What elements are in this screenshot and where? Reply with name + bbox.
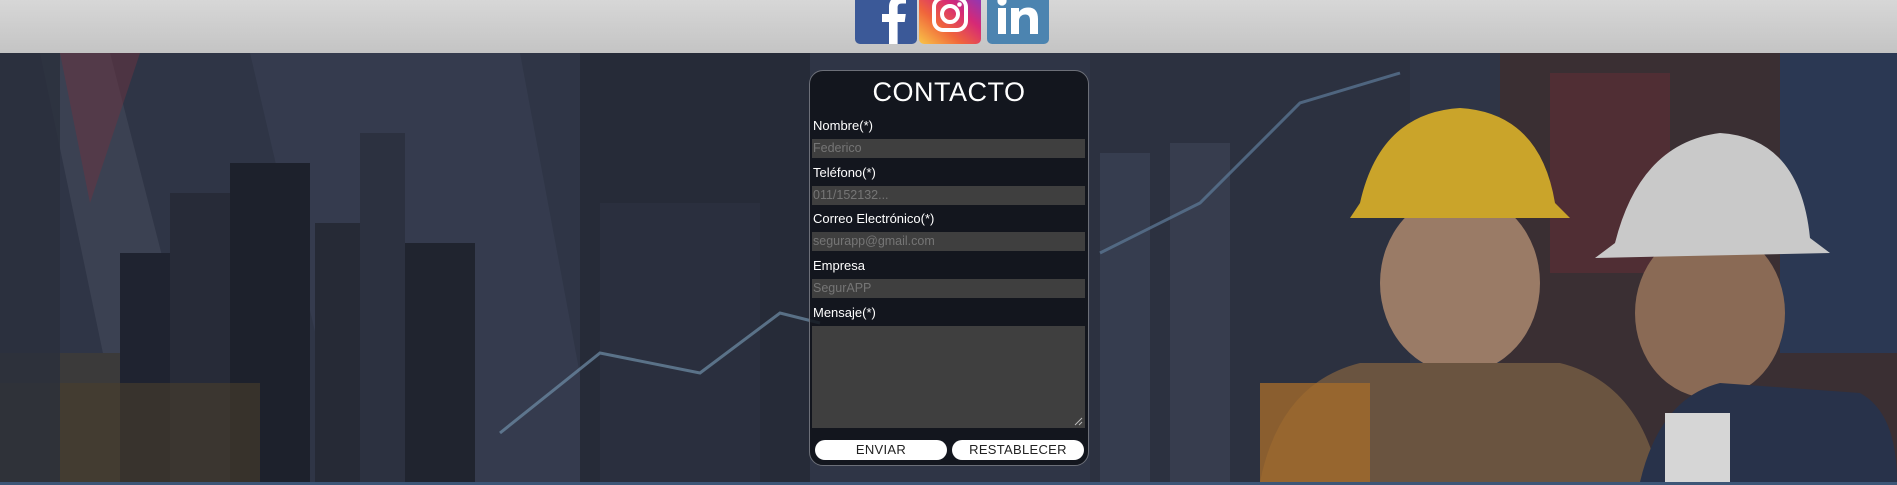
phone-label: Teléfono(*) bbox=[813, 165, 876, 180]
company-input[interactable] bbox=[812, 279, 1085, 298]
social-header bbox=[0, 0, 1897, 54]
company-label: Empresa bbox=[813, 258, 866, 273]
form-title: CONTACTO bbox=[872, 77, 1026, 107]
message-textarea[interactable] bbox=[812, 326, 1085, 428]
name-input[interactable] bbox=[812, 139, 1085, 158]
email-input[interactable] bbox=[812, 232, 1085, 251]
reset-button[interactable]: RESTABLECER bbox=[952, 440, 1084, 460]
message-label: Mensaje(*) bbox=[813, 305, 876, 320]
phone-input[interactable] bbox=[812, 186, 1085, 205]
instagram-icon[interactable] bbox=[919, 0, 981, 44]
email-label: Correo Electrónico(*) bbox=[813, 211, 935, 226]
submit-button[interactable]: ENVIAR bbox=[815, 440, 947, 460]
facebook-icon[interactable] bbox=[855, 0, 917, 44]
name-label: Nombre(*) bbox=[813, 118, 873, 133]
resize-grip-icon[interactable] bbox=[1074, 417, 1083, 426]
linkedin-icon[interactable] bbox=[987, 0, 1049, 44]
contact-form: CONTACTO Nombre(*) Teléfono(*) Correo El… bbox=[809, 70, 1089, 466]
